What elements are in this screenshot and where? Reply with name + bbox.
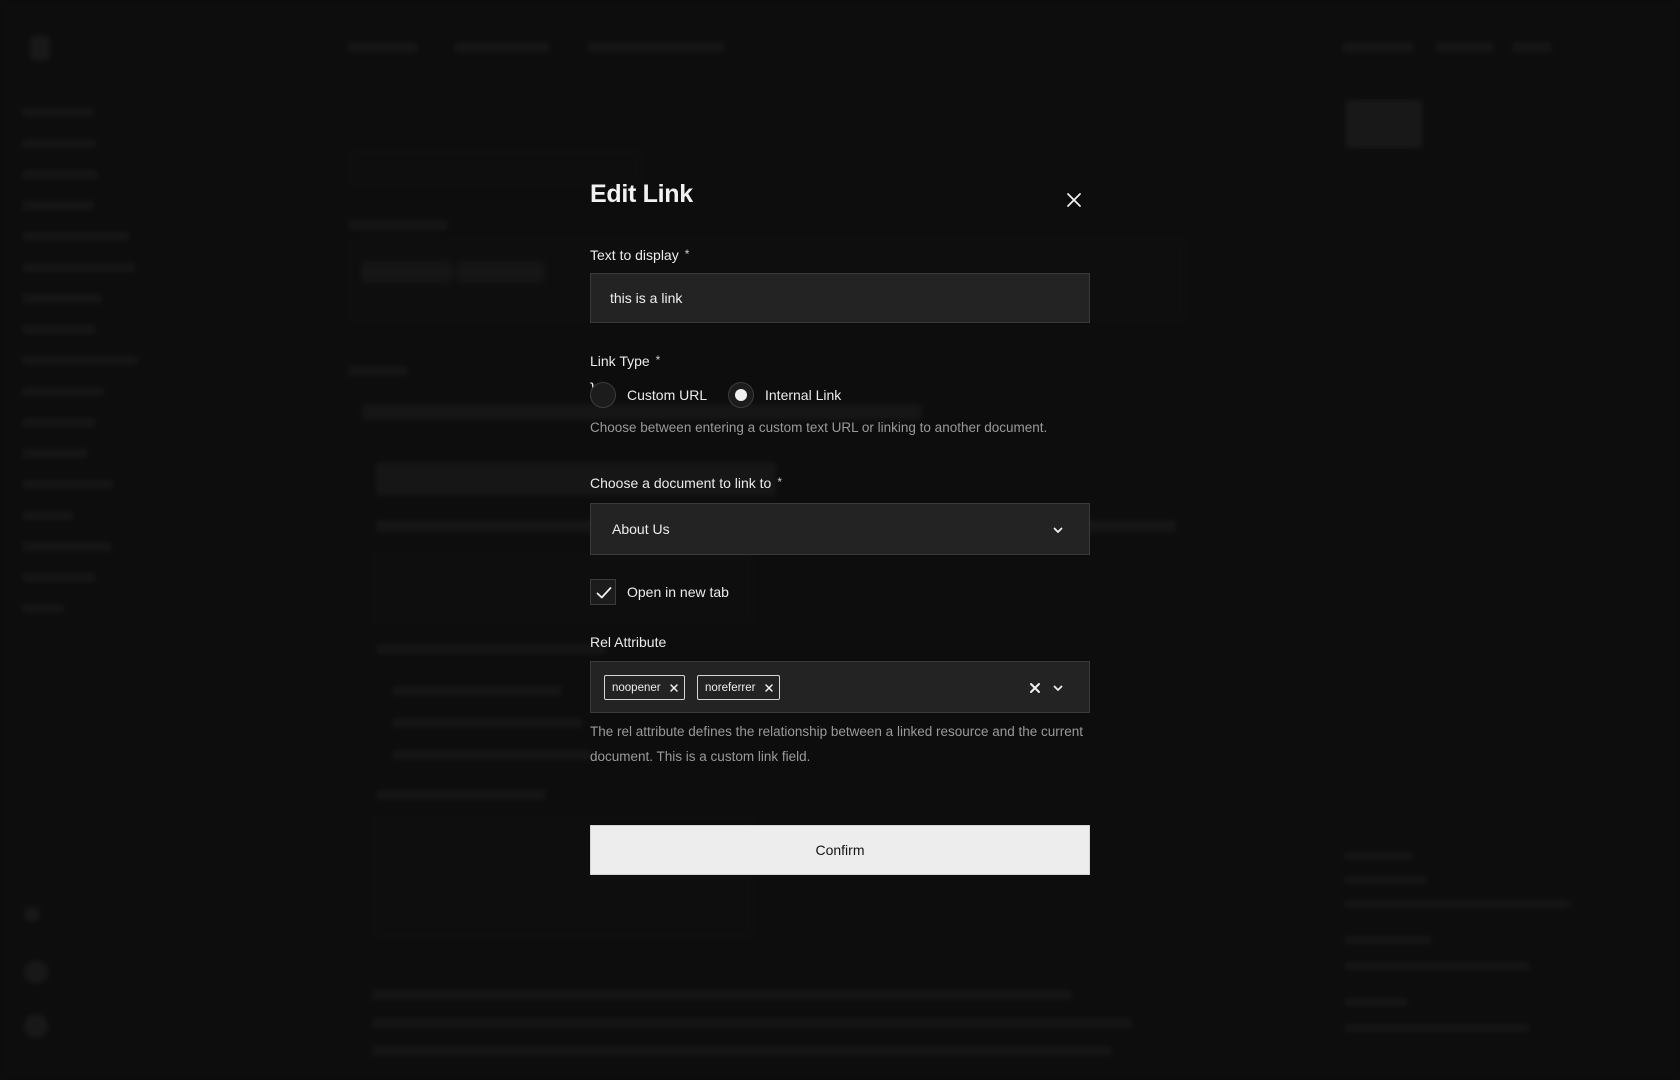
link-type-radio-group: Custom URL Internal Link } [590,381,1090,409]
rel-attribute-select[interactable]: noopener noreferrer [590,661,1090,713]
radio-custom-url-label: Custom URL [627,387,708,403]
text-to-display-label-text: Text to display [590,247,679,263]
edit-link-dialog: Edit Link Text to display * Link Type * Cu… [590,172,1090,892]
required-mark: * [777,475,783,489]
rel-tag-label: noreferrer [705,681,756,694]
close-button[interactable] [1062,188,1086,212]
link-type-label-text: Link Type [590,353,650,369]
rel-tag-noopener: noopener [604,675,685,700]
confirm-button[interactable]: Confirm [590,825,1090,875]
remove-tag-icon[interactable] [669,683,679,693]
open-new-tab-label: Open in new tab [627,584,729,600]
rel-attribute-label: Rel Attribute [590,634,667,650]
document-select[interactable]: About Us [590,503,1090,555]
radio-internal-link-label: Internal Link [765,387,842,403]
rel-attribute-help-text: The rel attribute defines the relationsh… [590,724,1084,764]
open-new-tab-checkbox[interactable] [590,579,616,605]
chevron-down-icon[interactable] [1051,681,1065,695]
document-select-value: About Us [612,521,670,537]
text-to-display-label: Text to display * [590,247,689,263]
rel-tag-noreferrer: noreferrer [697,675,780,700]
required-mark: * [684,247,690,261]
text-to-display-input[interactable] [590,273,1090,323]
clear-all-icon[interactable] [1028,681,1042,695]
dialog-title: Edit Link [590,180,693,208]
remove-tag-icon[interactable] [764,683,774,693]
radio-internal-link-circle[interactable] [728,382,754,408]
document-select-label-text: Choose a document to link to [590,475,772,491]
radio-custom-url-circle[interactable] [590,382,616,408]
radio-internal-link[interactable]: Internal Link [728,381,841,409]
open-new-tab-row[interactable]: Open in new tab [590,579,729,605]
required-mark: * [655,353,661,367]
check-icon [596,587,612,599]
close-icon [1067,193,1081,207]
document-select-label: Choose a document to link to * [590,475,782,491]
rel-tag-label: noopener [612,681,661,694]
chevron-down-icon[interactable] [1051,523,1065,537]
link-type-help-text: Choose between entering a custom text UR… [590,420,1048,435]
link-type-label: Link Type * [590,353,660,369]
radio-custom-url[interactable]: Custom URL [590,381,707,409]
